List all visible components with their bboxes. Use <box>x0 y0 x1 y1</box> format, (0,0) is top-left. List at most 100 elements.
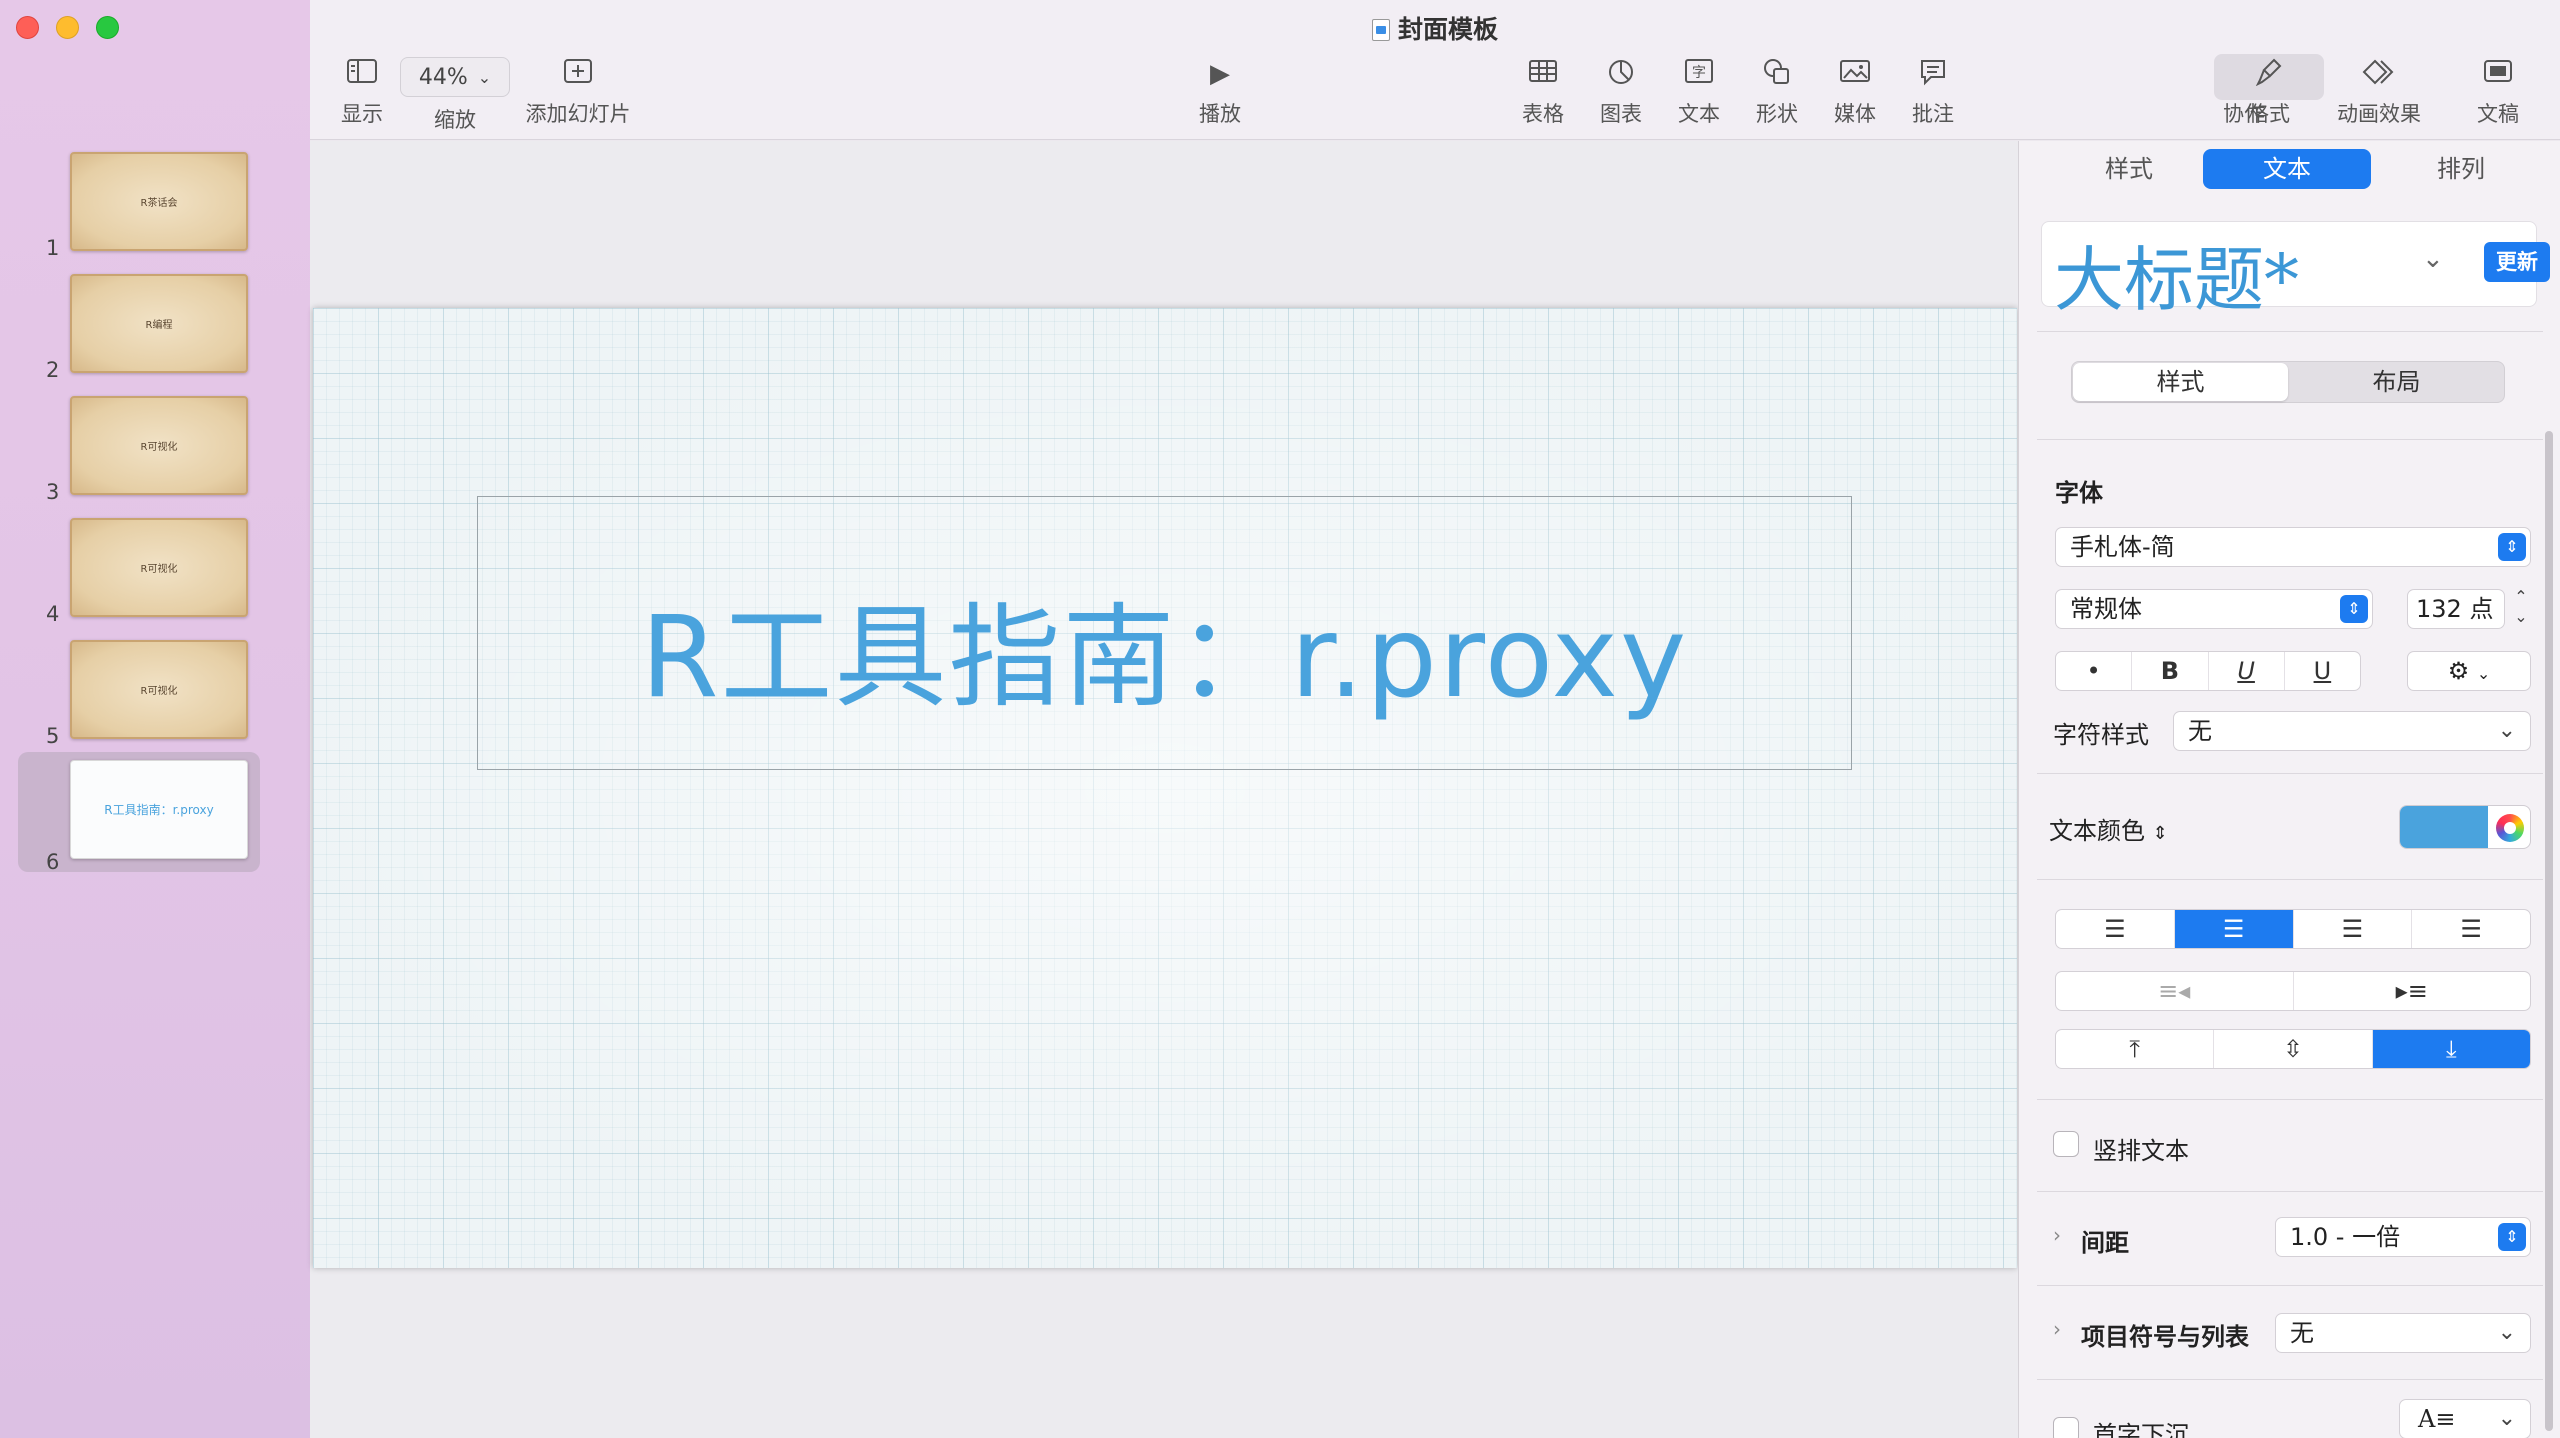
plus-square-icon <box>518 58 638 90</box>
dropcap-icon: A≡ <box>2418 1405 2456 1433</box>
slide-thumbnail: R编程 <box>70 274 248 373</box>
update-style-button[interactable]: 更新 <box>2484 242 2550 282</box>
document-button[interactable]: 文稿 <box>2468 58 2528 128</box>
typeface-popup[interactable]: 常规体 ⇕ <box>2055 589 2373 629</box>
text-options-gear-popup[interactable]: ⚙ ⌄ <box>2407 651 2531 691</box>
shape-button[interactable]: 形状 <box>1747 58 1807 128</box>
italic-button[interactable]: U <box>2209 652 2285 690</box>
font-size-stepper[interactable]: ⌃ ⌄ <box>2509 587 2533 631</box>
window-title: 封面模板 <box>310 10 2560 46</box>
vertical-align-buttons: ⤒ ⇳ ⤓ <box>2055 1029 2531 1069</box>
zoom-popup[interactable]: 44% ⌄ <box>400 57 510 97</box>
align-bottom-button[interactable]: ⤓ <box>2372 1030 2530 1068</box>
divider <box>2037 439 2543 440</box>
slide-item-6[interactable]: 6 R工具指南：r.proxy <box>18 752 260 874</box>
color-swatch[interactable] <box>2400 806 2488 848</box>
close-window-button[interactable] <box>16 16 39 39</box>
animate-button[interactable]: 动画效果 <box>2324 58 2434 128</box>
divider <box>2037 879 2543 880</box>
chevron-down-icon: ⌄ <box>2497 1320 2516 1345</box>
tab-arrange[interactable]: 排列 <box>2377 149 2545 189</box>
text-button[interactable]: 字 文本 <box>1669 58 1729 128</box>
dropcap-checkbox[interactable] <box>2053 1417 2079 1438</box>
text-color-well[interactable] <box>2399 805 2531 849</box>
inspector-scrollbar[interactable] <box>2545 431 2553 1431</box>
slide-item-3[interactable]: 3 R可视化 <box>18 390 260 504</box>
comment-button[interactable]: 批注 <box>1903 58 1963 128</box>
tab-text[interactable]: 文本 <box>2203 149 2371 189</box>
slide-item-1[interactable]: 1 R茶话会 <box>18 146 260 260</box>
gear-icon: ⚙ <box>2447 657 2470 685</box>
increase-indent-button[interactable]: ▸≡ <box>2294 972 2531 1010</box>
align-top-button[interactable]: ⤒ <box>2056 1030 2215 1068</box>
title-text-box[interactable]: R工具指南：r.proxy <box>477 496 1852 770</box>
slide-thumbnail: R工具指南：r.proxy <box>70 760 248 859</box>
slide-thumbnail: R可视化 <box>70 396 248 495</box>
bullets-label[interactable]: 项目符号与列表 <box>2081 1317 2249 1352</box>
slide-item-5[interactable]: 5 R可视化 <box>18 634 260 748</box>
chart-button[interactable]: 图表 <box>1591 58 1651 128</box>
bullets-popup[interactable]: 无 ⌄ <box>2275 1313 2531 1353</box>
vertical-text-checkbox[interactable] <box>2053 1131 2079 1157</box>
tab-style[interactable]: 样式 <box>2045 149 2213 189</box>
color-wheel-icon[interactable] <box>2496 814 2524 842</box>
svg-text:字: 字 <box>1692 65 1706 81</box>
add-slide-button[interactable]: 添加幻灯片 <box>518 58 638 128</box>
table-button[interactable]: 表格 <box>1513 58 1573 128</box>
dropcap-style-popup[interactable]: A≡ ⌄ <box>2399 1399 2531 1438</box>
divider <box>2037 1285 2543 1286</box>
format-button[interactable]: 格式 <box>2239 58 2299 128</box>
fullscreen-window-button[interactable] <box>96 16 119 39</box>
align-middle-button[interactable]: ⇳ <box>2214 1030 2373 1068</box>
vertical-text-label: 竖排文本 <box>2093 1137 2189 1165</box>
slide-item-4[interactable]: 4 R可视化 <box>18 512 260 626</box>
photo-icon <box>1825 58 1885 90</box>
alignment-buttons: ☰ ☰ ☰ ☰ <box>2055 909 2531 949</box>
bold-button[interactable]: B <box>2132 652 2209 690</box>
divider <box>2037 1379 2543 1380</box>
spacing-popup[interactable]: 1.0 - 一倍 ⇕ <box>2275 1217 2531 1257</box>
text-options-button[interactable]: • <box>2056 652 2133 690</box>
updown-chevron-icon: ⇕ <box>2340 595 2368 623</box>
minimize-window-button[interactable] <box>56 16 79 39</box>
subtab-layout[interactable]: 布局 <box>2289 363 2504 401</box>
slide-canvas[interactable]: R工具指南：r.proxy <box>313 308 2017 1268</box>
align-right-button[interactable]: ☰ <box>2294 910 2413 948</box>
table-icon <box>1513 58 1573 90</box>
font-family-popup[interactable]: 手札体-简 ⇕ <box>2055 527 2531 567</box>
underline-button[interactable]: U <box>2285 652 2360 690</box>
divider <box>2037 1191 2543 1192</box>
chevron-right-icon[interactable]: › <box>2053 1317 2061 1341</box>
updown-chevron-icon: ⇕ <box>2498 533 2526 561</box>
document-icon <box>1371 19 1390 41</box>
text-subtab-control: 样式 布局 <box>2071 361 2505 403</box>
text-color-label[interactable]: 文本颜色 ⇕ <box>2049 811 2168 846</box>
chevron-right-icon[interactable]: › <box>2053 1223 2061 1247</box>
media-button[interactable]: 媒体 <box>1825 58 1885 128</box>
play-button[interactable]: ▶ 播放 <box>1190 58 1250 128</box>
char-style-popup[interactable]: 无 ⌄ <box>2173 711 2531 751</box>
slide-thumbnail: R茶话会 <box>70 152 248 251</box>
justify-button[interactable]: ☰ <box>2412 910 2530 948</box>
document-panel-icon <box>2468 58 2528 90</box>
play-icon: ▶ <box>1210 59 1230 89</box>
indent-buttons: ≡◂ ▸≡ <box>2055 971 2531 1011</box>
font-size-field[interactable]: 132 点 <box>2407 589 2505 629</box>
view-button[interactable]: 显示 <box>322 58 402 128</box>
spacing-label[interactable]: 间距 <box>2081 1223 2129 1258</box>
divider <box>2037 1099 2543 1100</box>
align-center-button[interactable]: ☰ <box>2174 910 2294 948</box>
format-inspector: 样式 文本 排列 大标题* ⌄ 更新 样式 布局 字体 手札体-简 ⇕ 常规体 … <box>2018 141 2560 1438</box>
paragraph-style-popup[interactable]: 大标题* ⌄ 更新 <box>2041 221 2550 321</box>
align-left-button[interactable]: ☰ <box>2056 910 2175 948</box>
subtab-style[interactable]: 样式 <box>2073 363 2288 401</box>
chevron-down-icon: ⌄ <box>2497 718 2516 743</box>
decrease-indent-button[interactable]: ≡◂ <box>2056 972 2294 1010</box>
slide-title[interactable]: R工具指南：r.proxy <box>641 537 1689 729</box>
pie-chart-icon <box>1591 58 1651 90</box>
slide-thumbnail: R可视化 <box>70 518 248 617</box>
sidebar-icon <box>322 58 402 90</box>
shapes-icon <box>1747 58 1807 90</box>
updown-chevron-icon: ⇕ <box>2498 1223 2526 1251</box>
slide-item-2[interactable]: 2 R编程 <box>18 268 260 382</box>
